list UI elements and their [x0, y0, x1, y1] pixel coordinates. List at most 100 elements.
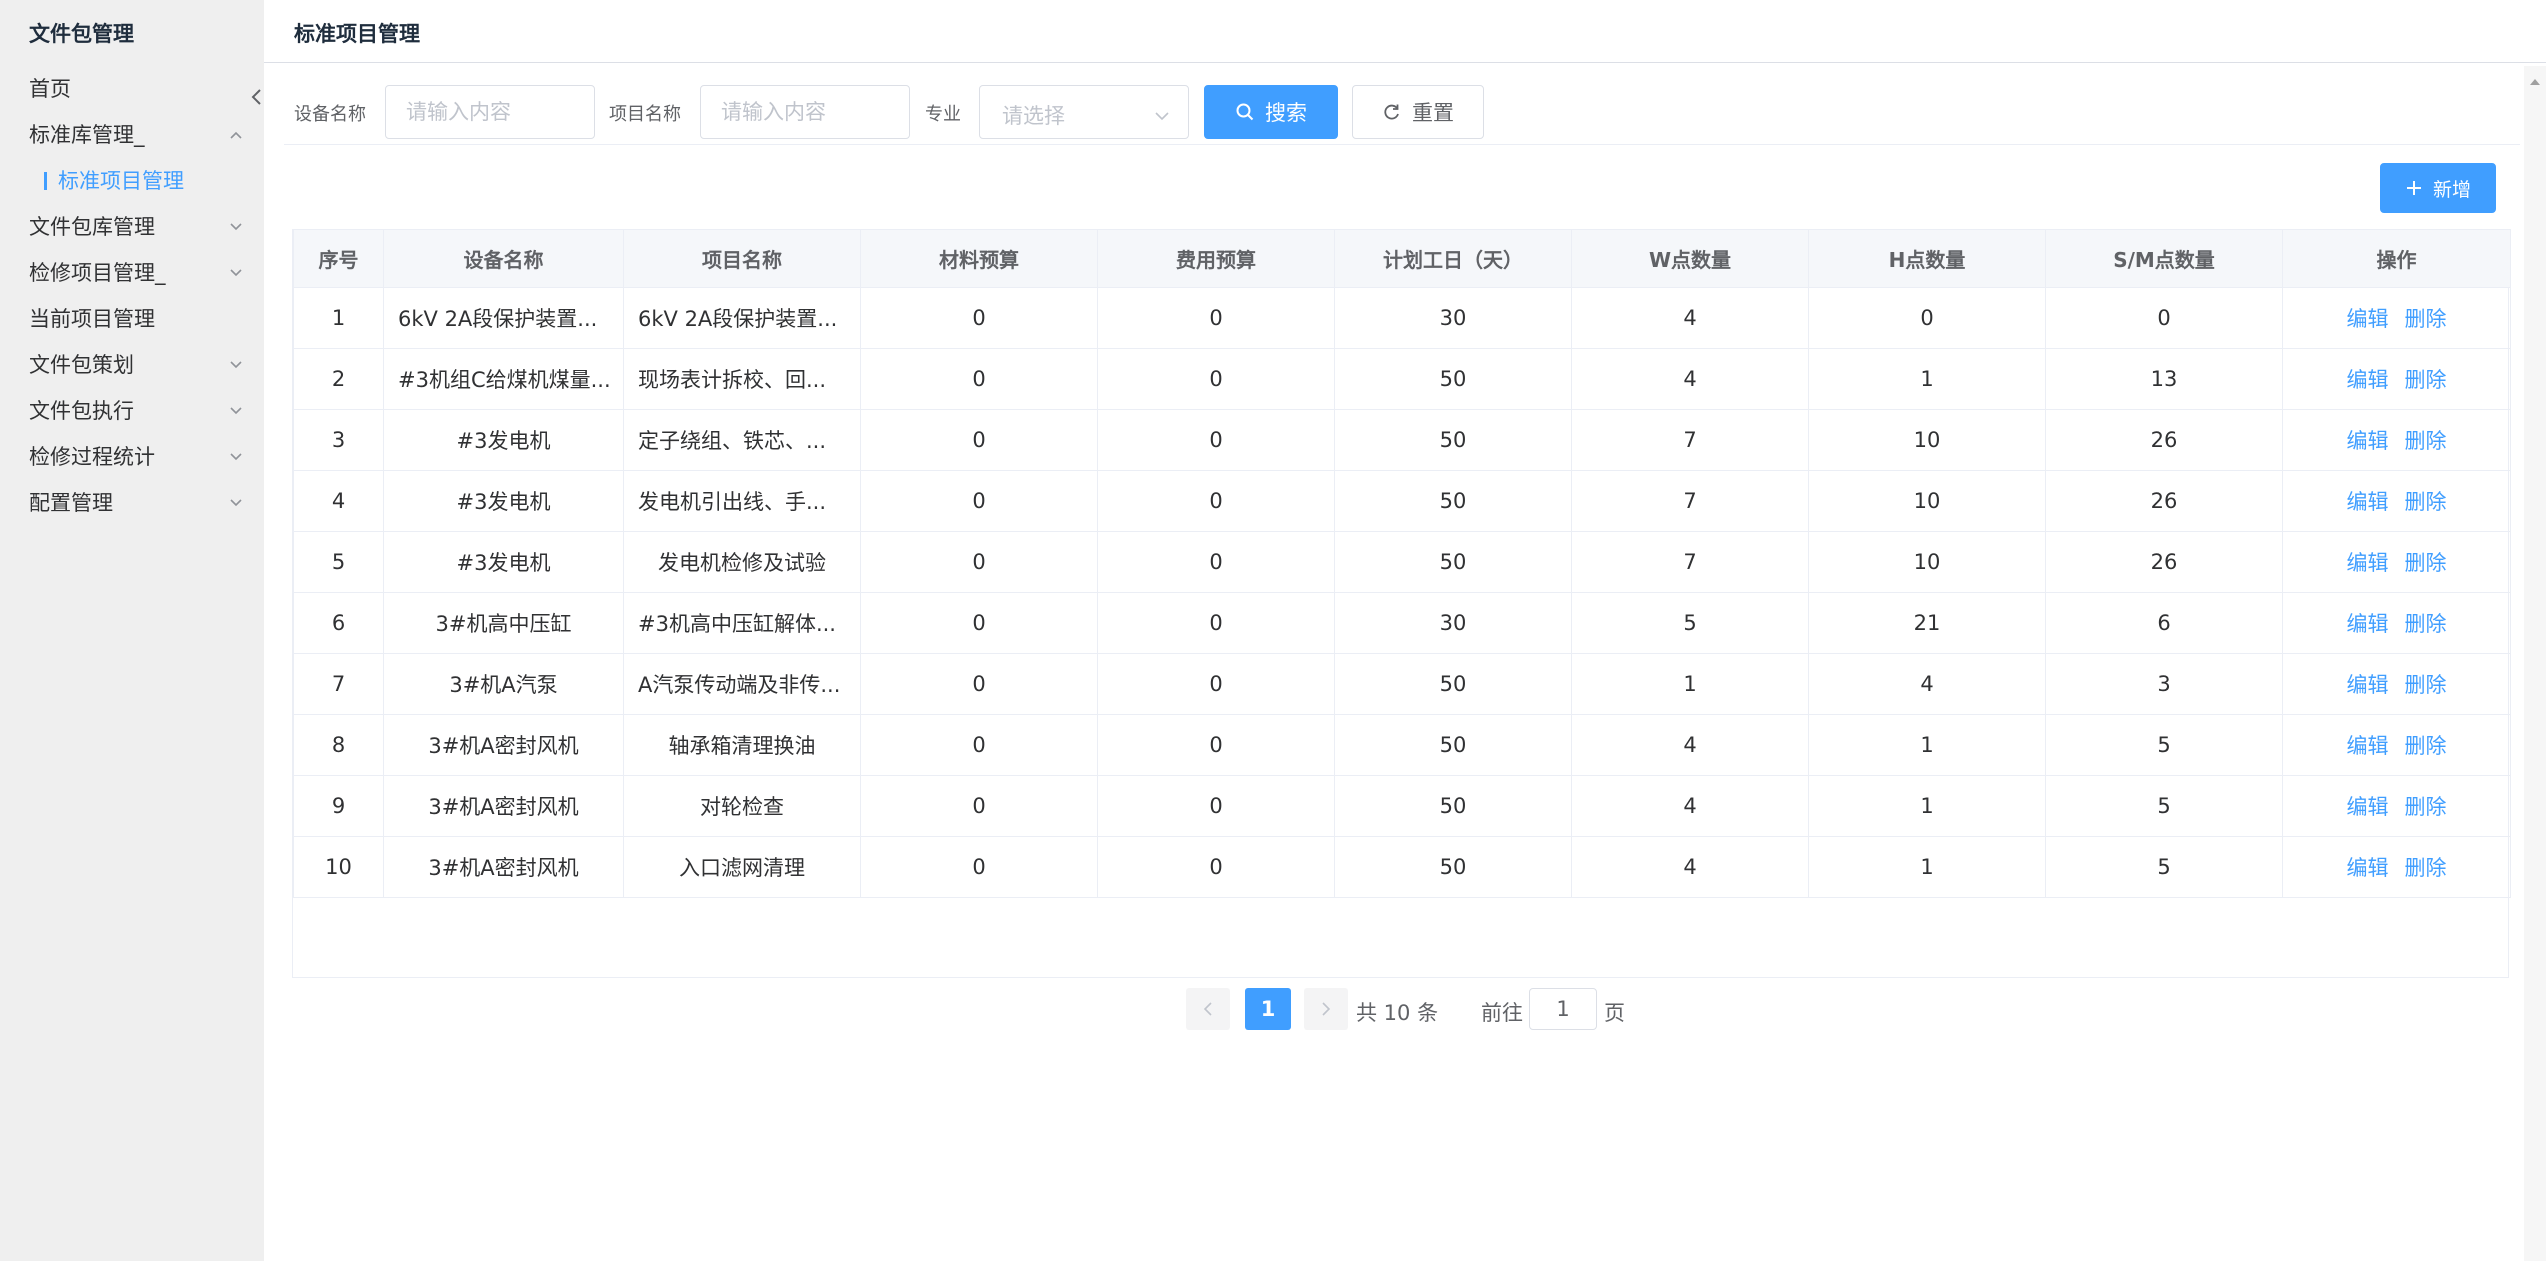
next-page-button[interactable] — [1304, 988, 1348, 1030]
sidebar-item-standard-library[interactable]: 标准库管理_ — [0, 112, 264, 158]
total-count: 共 10 条 — [1356, 1001, 1439, 1025]
table-cell-actions: 编辑 删除 — [2282, 348, 2511, 410]
reset-button-label: 重置 — [1412, 101, 1454, 125]
table-cell: 5 — [293, 531, 384, 593]
table-cell: 50 — [1334, 409, 1572, 471]
major-select[interactable]: 请选择 — [979, 85, 1189, 139]
table-cell: 8 — [293, 714, 384, 776]
table-cell-actions: 编辑 删除 — [2282, 592, 2511, 654]
project-name-input[interactable] — [700, 85, 910, 139]
column-header: W点数量 — [1571, 229, 1809, 288]
prev-page-button[interactable] — [1186, 988, 1230, 1030]
table-cell: #3发电机 — [383, 531, 624, 593]
sidebar-item-current-project[interactable]: 当前项目管理 — [0, 296, 264, 342]
header: 标准项目管理 — [264, 0, 2546, 63]
sidebar-item-standard-project[interactable]: 标准项目管理 — [0, 158, 264, 204]
delete-link[interactable]: 删除 — [2405, 673, 2447, 697]
table-cell: 50 — [1334, 653, 1572, 715]
table-row: 7 3#机A汽泵 A汽泵传动端及非传... 0 0 50 1 4 3 编辑 删除 — [293, 653, 2511, 715]
sidebar-item-package-planning[interactable]: 文件包策划 — [0, 342, 264, 388]
table-cell: 26 — [2045, 531, 2283, 593]
edit-link[interactable]: 编辑 — [2347, 795, 2389, 819]
search-button[interactable]: 搜索 — [1204, 85, 1338, 139]
vertical-scrollbar[interactable] — [2524, 66, 2546, 1261]
delete-link[interactable]: 删除 — [2405, 612, 2447, 636]
column-header: 计划工日（天） — [1334, 229, 1572, 288]
table-cell: 4 — [293, 470, 384, 532]
device-name-input[interactable] — [385, 85, 595, 139]
sidebar-item-process-statistics[interactable]: 检修过程统计 — [0, 434, 264, 480]
edit-link[interactable]: 编辑 — [2347, 429, 2389, 453]
sidebar-item-maintenance-project[interactable]: 检修项目管理_ — [0, 250, 264, 296]
scroll-up-icon[interactable] — [2529, 78, 2541, 86]
delete-link[interactable]: 删除 — [2405, 307, 2447, 331]
sidebar-item-config[interactable]: 配置管理 — [0, 480, 264, 526]
delete-link[interactable]: 删除 — [2405, 490, 2447, 514]
table-row: 4 #3发电机 发电机引出线、手... 0 0 50 7 10 26 编辑 删除 — [293, 470, 2511, 532]
major-label: 专业 — [925, 104, 961, 125]
table-cell: 3#机A密封风机 — [383, 775, 624, 837]
table-header-row: 序号 设备名称 项目名称 材料预算 费用预算 计划工日（天） W点数量 H点数量… — [293, 229, 2511, 288]
chevron-down-icon — [228, 220, 244, 234]
table-cell: 3#机高中压缸 — [383, 592, 624, 654]
delete-link[interactable]: 删除 — [2405, 368, 2447, 392]
table-cell: 定子绕组、铁芯、... — [623, 409, 861, 471]
project-name-label: 项目名称 — [609, 104, 681, 125]
table-cell-actions: 编辑 删除 — [2282, 470, 2511, 532]
edit-link[interactable]: 编辑 — [2347, 368, 2389, 392]
column-header: 操作 — [2282, 229, 2511, 288]
chevron-left-icon — [1203, 1002, 1212, 1016]
chevron-down-icon — [1155, 112, 1169, 121]
column-header: 序号 — [293, 229, 384, 288]
delete-link[interactable]: 删除 — [2405, 795, 2447, 819]
delete-link[interactable]: 删除 — [2405, 856, 2447, 880]
table-cell: 3#机A汽泵 — [383, 653, 624, 715]
table-cell: 1 — [1571, 653, 1809, 715]
table-cell: 发电机引出线、手... — [623, 470, 861, 532]
column-header: H点数量 — [1808, 229, 2046, 288]
refresh-icon — [1384, 104, 1399, 120]
table-cell: 1 — [1808, 775, 2046, 837]
edit-link[interactable]: 编辑 — [2347, 612, 2389, 636]
table-cell: 9 — [293, 775, 384, 837]
edit-link[interactable]: 编辑 — [2347, 307, 2389, 331]
chevron-down-icon — [228, 358, 244, 372]
table-cell: 50 — [1334, 470, 1572, 532]
delete-link[interactable]: 删除 — [2405, 734, 2447, 758]
delete-link[interactable]: 删除 — [2405, 429, 2447, 453]
table-cell: 0 — [1097, 775, 1335, 837]
table-cell: 0 — [1808, 287, 2046, 349]
table-cell: 50 — [1334, 714, 1572, 776]
sidebar-item-label: 配置管理 — [29, 491, 113, 515]
edit-link[interactable]: 编辑 — [2347, 490, 2389, 514]
sidebar-item-package-library[interactable]: 文件包库管理 — [0, 204, 264, 250]
table-cell: 4 — [1808, 653, 2046, 715]
table-cell: 3#机A密封风机 — [383, 714, 624, 776]
table-cell: 0 — [1097, 531, 1335, 593]
edit-link[interactable]: 编辑 — [2347, 551, 2389, 575]
edit-link[interactable]: 编辑 — [2347, 673, 2389, 697]
page-number-current[interactable]: 1 — [1245, 988, 1291, 1030]
delete-link[interactable]: 删除 — [2405, 551, 2447, 575]
edit-link[interactable]: 编辑 — [2347, 856, 2389, 880]
table-cell: #3机高中压缸解体... — [623, 592, 861, 654]
reset-button[interactable]: 重置 — [1352, 85, 1484, 139]
table-cell: 0 — [1097, 287, 1335, 349]
table-cell: 0 — [1097, 348, 1335, 410]
add-button[interactable]: 新增 — [2380, 163, 2496, 213]
edit-link[interactable]: 编辑 — [2347, 734, 2389, 758]
sidebar-item-label: 文件包执行 — [29, 399, 134, 423]
table-cell: 轴承箱清理换油 — [623, 714, 861, 776]
sidebar-item-home[interactable]: 首页 — [0, 66, 264, 112]
table-body: 1 6kV 2A段保护装置... 6kV 2A段保护装置... 0 0 30 4 0 0 编辑 删除… — [293, 287, 2511, 898]
goto-page-input[interactable] — [1529, 988, 1597, 1030]
active-indicator — [44, 172, 47, 190]
table-cell: 0 — [860, 592, 1098, 654]
table-cell: 0 — [1097, 470, 1335, 532]
table-cell: 1 — [293, 287, 384, 349]
table-cell: 入口滤网清理 — [623, 836, 861, 898]
sidebar-item-package-execution[interactable]: 文件包执行 — [0, 388, 264, 434]
table-cell: 2 — [293, 348, 384, 410]
table-cell: 10 — [1808, 531, 2046, 593]
table-cell: 6kV 2A段保护装置... — [383, 287, 624, 349]
